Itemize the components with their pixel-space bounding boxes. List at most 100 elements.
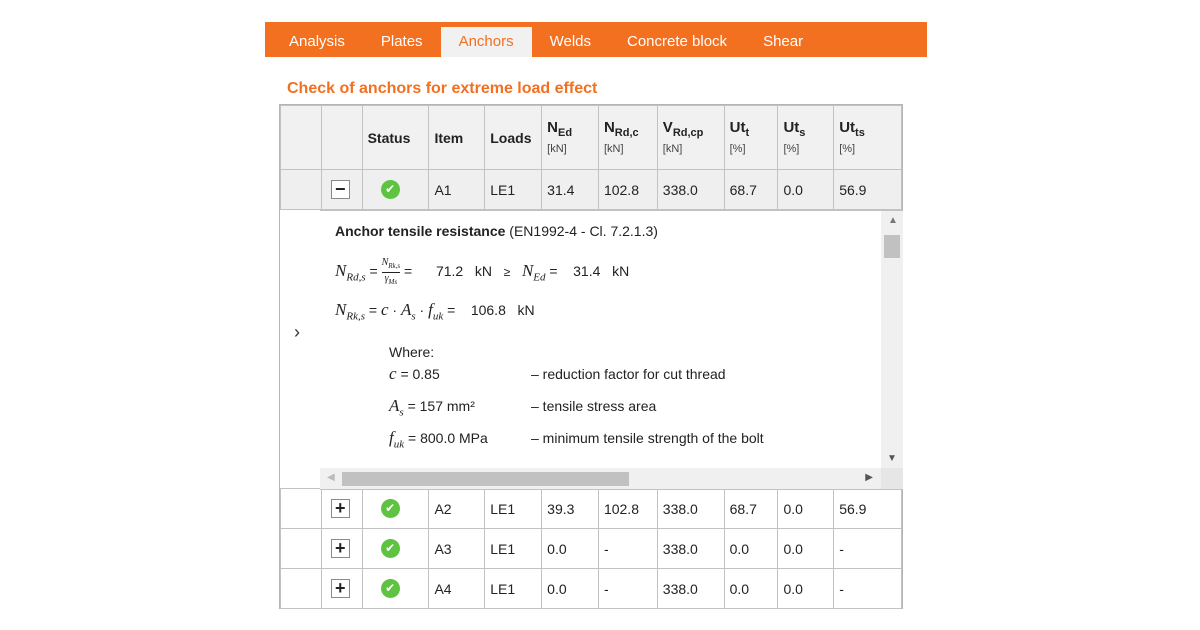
uts-cell: 0.0 <box>777 568 835 609</box>
uts-cell: 0.0 <box>777 528 835 569</box>
header-vrdcp[interactable]: VRd,cp [kN] <box>656 105 725 170</box>
table-row[interactable]: + ✔ A3 LE1 0.0 - 338.0 0.0 0.0 - <box>280 528 902 569</box>
check-ok-icon: ✔ <box>380 579 400 598</box>
header-utts-unit: [%] <box>839 143 856 155</box>
header-uts[interactable]: Uts [%] <box>777 105 835 170</box>
detail-reference: (EN1992-4 - Cl. 7.2.1.3) <box>509 223 658 239</box>
var-fuk-sub: uk <box>393 438 405 451</box>
header-ned[interactable]: NEd [kN] <box>541 105 599 170</box>
uts-cell: 0.0 <box>777 169 835 210</box>
detail-heading: Anchor tensile resistance <box>335 223 506 239</box>
utts-cell: 56.9 <box>833 488 902 529</box>
collapse-button[interactable]: − <box>330 180 350 199</box>
var-c-desc: – reduction factor for cut thread <box>531 366 726 382</box>
header-vrdcp-unit: [kN] <box>662 143 683 155</box>
var-c: c = 0.85 <box>389 364 440 384</box>
where-label: Where: <box>389 344 435 360</box>
expand-button[interactable]: + <box>330 499 350 518</box>
horizontal-scrollbar[interactable]: ◀ ▶ <box>320 468 881 489</box>
scroll-up-arrow-icon[interactable]: ▲ <box>888 215 898 226</box>
tab-welds[interactable]: Welds <box>532 27 609 57</box>
item-cell: A4 <box>428 568 486 609</box>
expand-button[interactable]: + <box>330 579 350 598</box>
collapse-cell: − <box>320 169 363 210</box>
ned-cell: 0.0 <box>541 528 599 569</box>
geq-symbol: ≥ <box>503 265 511 280</box>
scroll-down-arrow-icon[interactable]: ▼ <box>887 453 897 464</box>
status-cell: ✔ <box>361 528 430 569</box>
header-nrdc-symbol: N <box>603 119 615 136</box>
tab-bar: Analysis Plates Anchors Welds Concrete b… <box>265 22 927 57</box>
header-status[interactable]: Status <box>361 105 430 170</box>
var-fuk: fuk = 800.0 MPa <box>389 428 488 450</box>
nrks-value: 106.8 <box>470 302 506 318</box>
vertical-scroll-thumb[interactable] <box>884 235 900 258</box>
header-utts-symbol: Ut <box>839 119 856 136</box>
scroll-left-arrow-icon[interactable]: ◀ <box>327 472 335 483</box>
anchors-table: Status Item Loads NEd [kN] NRd,c [kN] VRd,… <box>279 104 903 609</box>
table-row[interactable]: − ✔ A1 LE1 31.4 102.8 338.0 68.7 0.0 56.… <box>280 169 902 210</box>
header-utt-symbol: Ut <box>729 119 746 136</box>
tab-shear[interactable]: Shear <box>745 27 821 57</box>
header-ned-sub: Ed <box>558 127 573 139</box>
row-indicator <box>280 568 322 609</box>
table-row[interactable]: + ✔ A2 LE1 39.3 102.8 338.0 68.7 0.0 56.… <box>280 488 902 529</box>
scroll-right-arrow-icon[interactable]: ▶ <box>865 472 873 483</box>
loads-cell: LE1 <box>484 568 543 609</box>
check-ok-icon: ✔ <box>380 499 400 518</box>
tab-anchors[interactable]: Anchors <box>440 27 532 57</box>
loads-cell: LE1 <box>484 169 543 210</box>
vrdcp-cell: 338.0 <box>656 488 725 529</box>
nrdc-cell: 102.8 <box>597 169 658 210</box>
loads-cell: LE1 <box>484 528 543 569</box>
expand-button[interactable]: + <box>330 539 350 558</box>
utt-cell: 68.7 <box>723 169 779 210</box>
header-uts-unit: [%] <box>783 143 800 155</box>
header-loads[interactable]: Loads <box>484 105 543 170</box>
header-nrdc[interactable]: NRd,c [kN] <box>597 105 658 170</box>
nrks-unit: kN <box>517 302 535 318</box>
check-ok-icon: ✔ <box>380 180 400 199</box>
header-ned-unit: [kN] <box>547 143 567 155</box>
vrdcp-cell: 338.0 <box>656 568 725 609</box>
header-nrdc-unit: [kN] <box>603 143 624 155</box>
status-cell: ✔ <box>361 488 430 529</box>
check-ok-icon: ✔ <box>380 539 400 558</box>
item-cell: A3 <box>428 528 486 569</box>
utt-cell: 68.7 <box>723 488 779 529</box>
expand-cell: + <box>320 568 363 609</box>
header-blank <box>280 105 322 170</box>
var-as-symbol: A <box>389 396 400 415</box>
row-indicator <box>280 528 322 569</box>
ned-cell: 0.0 <box>541 568 599 609</box>
scrollbar-corner <box>881 468 903 489</box>
horizontal-scroll-thumb[interactable] <box>342 472 629 486</box>
header-utt[interactable]: Utt [%] <box>723 105 779 170</box>
vrdcp-cell: 338.0 <box>656 169 725 210</box>
tab-analysis[interactable]: Analysis <box>265 27 363 57</box>
header-ned-symbol: N <box>547 119 558 136</box>
tab-concrete-block[interactable]: Concrete block <box>609 27 745 57</box>
header-item[interactable]: Item <box>428 105 486 170</box>
nrdc-cell: - <box>597 528 658 569</box>
header-uts-sub: s <box>799 127 806 139</box>
chevron-right-icon: › <box>294 322 300 342</box>
var-fuk-desc: – minimum tensile strength of the bolt <box>531 430 764 446</box>
ned-cell: 31.4 <box>541 169 599 210</box>
header-utts[interactable]: Utts [%] <box>833 105 902 170</box>
var-as: As = 157 mm² <box>389 396 475 418</box>
header-vrdcp-symbol: V <box>662 119 673 136</box>
header-utt-sub: t <box>745 127 750 139</box>
anchor-detail-panel: Anchor tensile resistance (EN1992-4 - Cl… <box>320 210 903 490</box>
row-indicator <box>280 488 322 529</box>
header-utt-unit: [%] <box>729 143 746 155</box>
header-utts-sub: ts <box>855 127 865 139</box>
table-row[interactable]: + ✔ A4 LE1 0.0 - 338.0 0.0 0.0 - <box>280 568 902 609</box>
item-cell: A1 <box>428 169 486 210</box>
tab-plates[interactable]: Plates <box>363 27 441 57</box>
detail-heading-line: Anchor tensile resistance (EN1992-4 - Cl… <box>335 223 658 239</box>
equation-nrds: NRd,s = NRk,s γMs = 71.2 kN ≥ NEd = 31.4 … <box>335 257 630 286</box>
utt-cell: 0.0 <box>723 568 779 609</box>
header-uts-symbol: Ut <box>783 119 800 136</box>
vertical-scrollbar[interactable]: ▲ ▼ <box>881 211 903 468</box>
